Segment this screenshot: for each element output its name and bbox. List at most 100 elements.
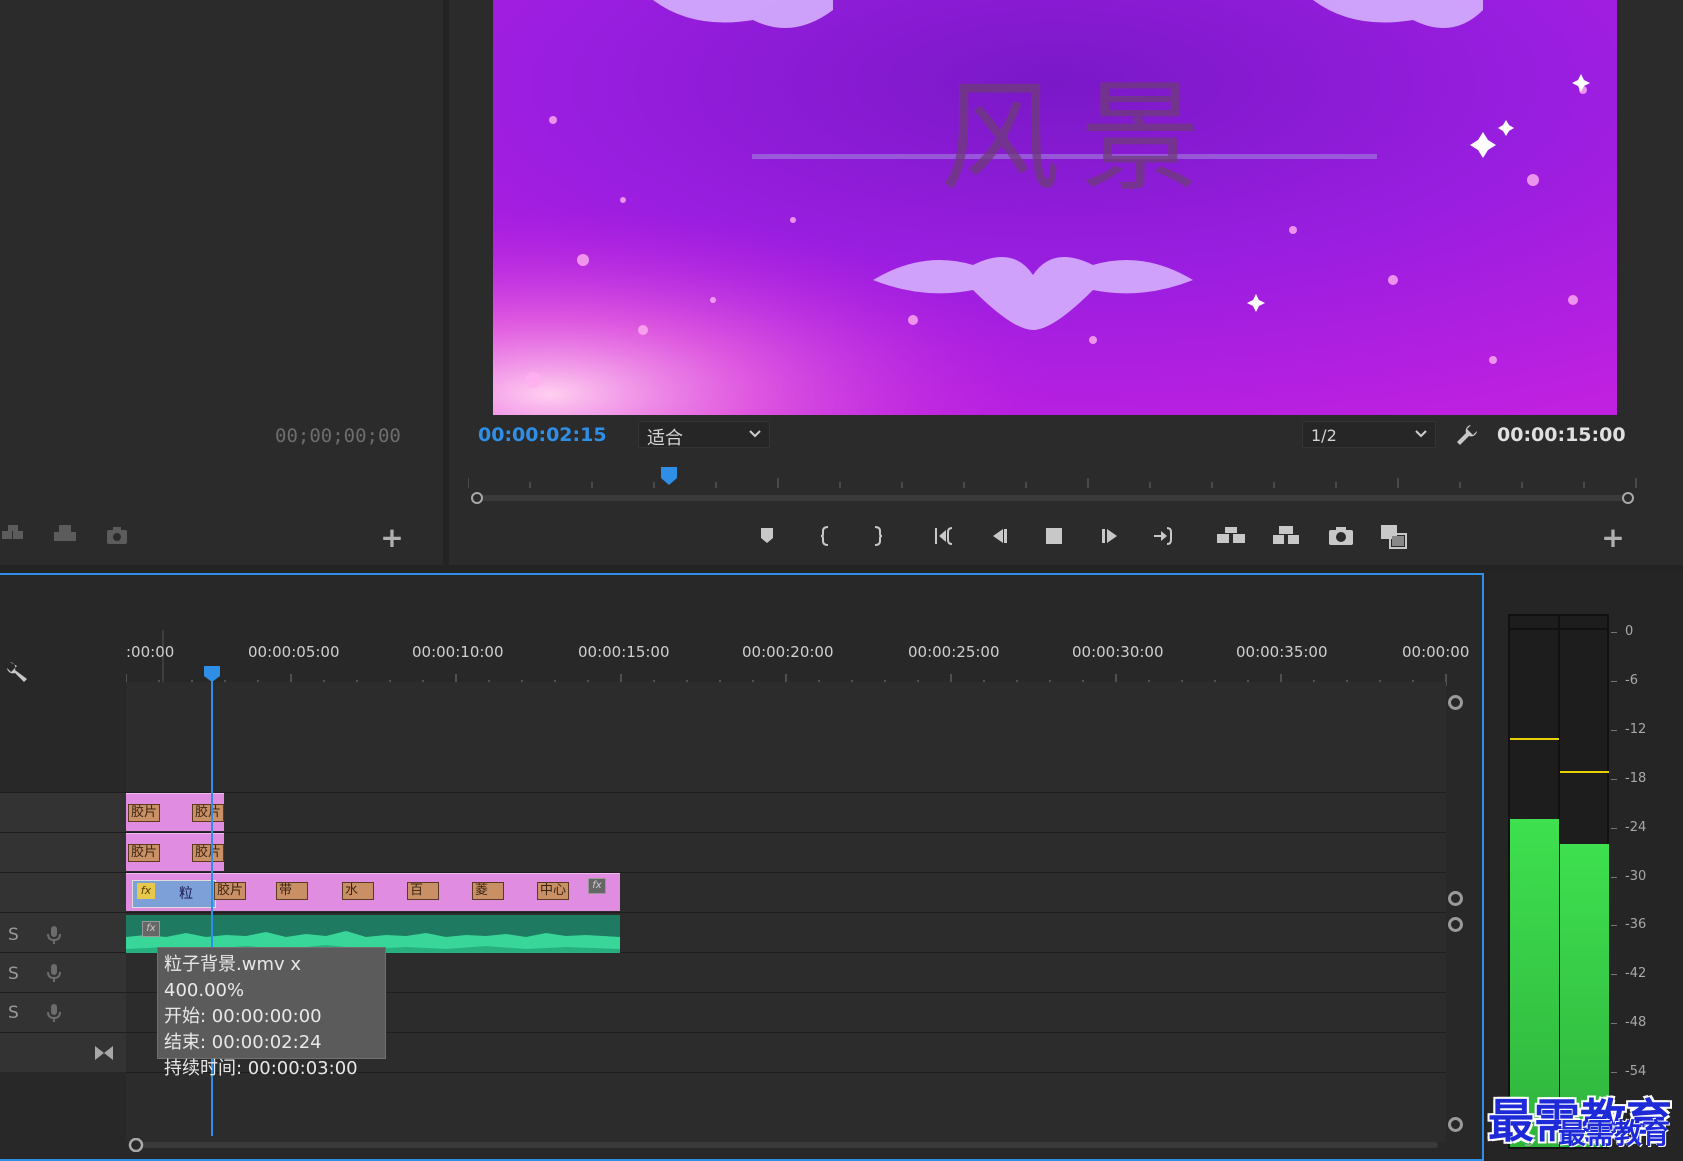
- insert-icon[interactable]: [0, 523, 26, 547]
- transition-label[interactable]: 胶片: [192, 804, 224, 822]
- clip-name: 粒: [179, 886, 193, 902]
- go-to-in-button[interactable]: [930, 522, 960, 550]
- db-label: -6: [1625, 672, 1638, 688]
- transition-label[interactable]: 菱: [472, 882, 504, 900]
- db-tick: [1611, 729, 1617, 731]
- db-label: -12: [1625, 721, 1647, 737]
- track-header-a1[interactable]: S: [0, 912, 126, 952]
- fx-badge: fx: [142, 921, 160, 937]
- track-row-v3: [126, 792, 1446, 832]
- audio-scroll-top-handle[interactable]: [1448, 917, 1463, 932]
- mark-in-button[interactable]: [811, 522, 841, 550]
- particle-background-clip[interactable]: fx 粒: [132, 880, 216, 908]
- ruler-label: 00:00:35:00: [1236, 643, 1328, 661]
- db-tick: [1611, 1072, 1617, 1074]
- ruler-label: :00:00: [126, 643, 175, 661]
- ruler-label: 00:00:20:00: [742, 643, 834, 661]
- microphone-icon[interactable]: [46, 925, 62, 945]
- track-header-v1[interactable]: [0, 872, 126, 912]
- solo-toggle[interactable]: S: [8, 964, 19, 984]
- video-title-text: 风景: [940, 69, 1220, 208]
- overwrite-icon[interactable]: [50, 523, 76, 547]
- track-header-a2[interactable]: S: [0, 952, 126, 992]
- source-add-button[interactable]: +: [380, 524, 404, 552]
- clip-v2[interactable]: 胶片 胶片: [126, 833, 224, 871]
- zoom-fit-dropdown[interactable]: 适合: [638, 421, 770, 449]
- tooltip-name: 粒子背景.wmv x 400.00%: [164, 954, 302, 1001]
- program-add-button[interactable]: +: [1601, 524, 1625, 552]
- db-label: 0: [1625, 624, 1634, 639]
- db-tick: [1611, 974, 1617, 976]
- program-current-timecode[interactable]: 00:00:02:15: [478, 424, 607, 446]
- db-label: -24: [1625, 819, 1647, 835]
- transition-label[interactable]: 胶片: [192, 844, 224, 862]
- timeline-wrench-icon[interactable]: [5, 660, 29, 684]
- db-tick: [1611, 925, 1617, 927]
- clip-v1[interactable]: fx 粒 胶片 带 水 百 菱 中心 fx: [126, 873, 620, 911]
- track-row-v2: [126, 832, 1446, 872]
- ruler-label: 00:00:10:00: [412, 643, 504, 661]
- bowtie-icon[interactable]: [94, 1045, 114, 1061]
- fx-badge: fx: [588, 878, 606, 894]
- db-tick: [1611, 778, 1617, 780]
- db-label: -18: [1625, 770, 1647, 786]
- export-frame-button[interactable]: [1326, 522, 1356, 550]
- comparison-view-button[interactable]: [1378, 522, 1408, 550]
- db-tick: [1611, 876, 1617, 878]
- solo-toggle[interactable]: S: [8, 1003, 19, 1023]
- stop-button[interactable]: [1039, 522, 1069, 550]
- extract-button[interactable]: [1270, 522, 1300, 550]
- track-header-master[interactable]: [0, 1032, 126, 1072]
- transition-label[interactable]: 胶片: [214, 882, 246, 900]
- track-header-v3[interactable]: [0, 792, 126, 832]
- transition-label[interactable]: 胶片: [128, 844, 160, 862]
- ruler-label: 00:00:00: [1402, 643, 1470, 661]
- timeline-horizontal-scrollbar[interactable]: [126, 1138, 1446, 1152]
- playhead-handle[interactable]: [203, 665, 221, 683]
- transition-label[interactable]: 中心: [537, 882, 569, 900]
- transition-label[interactable]: 百: [407, 882, 439, 900]
- clip-v3[interactable]: 胶片 胶片: [126, 793, 224, 831]
- audio-scroll-bottom-handle[interactable]: [1448, 1117, 1463, 1132]
- track-header-a3[interactable]: S: [0, 992, 126, 1032]
- peak-marker-left: [1510, 737, 1559, 740]
- transition-label[interactable]: 胶片: [128, 804, 160, 822]
- watermark-logo-small: 最需教育: [1558, 1117, 1671, 1150]
- peak-marker-right: [1560, 770, 1609, 773]
- go-to-out-button[interactable]: [1148, 522, 1178, 550]
- program-time-ruler[interactable]: [468, 466, 1638, 488]
- add-marker-button[interactable]: [752, 522, 782, 550]
- db-tick: [1611, 1023, 1617, 1025]
- db-label: -48: [1625, 1015, 1647, 1031]
- step-forward-button[interactable]: [1096, 522, 1126, 550]
- clip-info-tooltip: 粒子背景.wmv x 400.00% 开始: 00:00:00:00 结束: 0…: [157, 947, 386, 1079]
- video-scroll-bottom-handle[interactable]: [1448, 891, 1463, 906]
- video-scroll-top-handle[interactable]: [1448, 695, 1463, 710]
- track-header-v2[interactable]: [0, 832, 126, 872]
- playback-resolution-dropdown[interactable]: 1/2: [1302, 421, 1436, 448]
- ruler-label: 00:00:25:00: [908, 643, 1000, 661]
- tooltip-end: 结束: 00:00:02:24: [164, 1032, 322, 1053]
- source-monitor-panel: [0, 0, 443, 565]
- zoom-fit-value: 适合: [647, 428, 683, 449]
- db-label: -30: [1625, 868, 1647, 884]
- audio-meter-frame: [1508, 614, 1609, 1149]
- step-back-button[interactable]: [985, 522, 1015, 550]
- wrench-icon[interactable]: [1455, 423, 1479, 447]
- db-tick: [1611, 632, 1617, 633]
- ruler-label: 00:00:05:00: [248, 643, 340, 661]
- program-duration-timecode: 00:00:15:00: [1497, 424, 1626, 446]
- program-zoom-scrollbar[interactable]: [470, 492, 1635, 504]
- source-timecode[interactable]: 00;00;00;00: [275, 425, 401, 447]
- camera-icon[interactable]: [104, 523, 130, 547]
- fx-badge: fx: [137, 883, 155, 899]
- mark-out-button[interactable]: [862, 522, 892, 550]
- solo-toggle[interactable]: S: [8, 925, 19, 945]
- lift-button[interactable]: [1215, 522, 1245, 550]
- program-playhead[interactable]: [660, 466, 678, 486]
- microphone-icon[interactable]: [46, 1003, 62, 1023]
- ruler-label: 00:00:15:00: [578, 643, 670, 661]
- transition-label[interactable]: 水: [342, 882, 374, 900]
- transition-label[interactable]: 带: [276, 882, 308, 900]
- microphone-icon[interactable]: [46, 963, 62, 983]
